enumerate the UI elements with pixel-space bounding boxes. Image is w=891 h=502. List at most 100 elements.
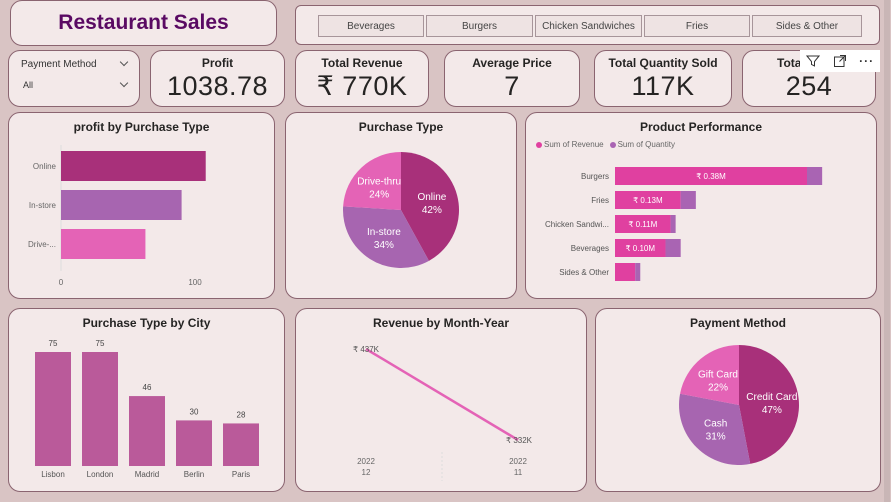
bar-revenue — [615, 263, 636, 281]
app-title: Restaurant Sales — [58, 11, 229, 34]
purchase-type-by-city-visual[interactable]: Purchase Type by City 75 Lisbon 75 London 46… — [8, 308, 285, 492]
bar-quantity — [635, 263, 641, 281]
category-label: Beverages — [571, 244, 609, 253]
visual-header-toolbar: ··· — [800, 50, 880, 72]
scrollbar[interactable] — [884, 0, 890, 502]
data-label: 75 — [49, 339, 58, 348]
category-label: Chicken Sandwi... — [545, 220, 609, 229]
data-label: ₹ 332K — [506, 436, 533, 445]
slicer-item-burgers[interactable]: Burgers — [426, 15, 533, 37]
kpi-value: 117K — [631, 71, 695, 101]
slice-label: In-store — [367, 227, 401, 238]
column — [223, 423, 259, 466]
kpi-total-revenue: Total Revenue ₹ 770K — [295, 50, 429, 107]
chevron-down-icon[interactable] — [119, 78, 129, 88]
category-label: London — [87, 470, 114, 479]
more-options-icon[interactable]: ··· — [857, 51, 877, 71]
x-tick-label: 0 — [59, 278, 64, 287]
column — [82, 352, 118, 466]
column — [176, 420, 212, 466]
filter-label: Payment Method — [21, 59, 97, 70]
x-tick-label: 12 — [362, 468, 371, 477]
kpi-value: ₹ 770K — [316, 71, 408, 101]
revenue-line-chart: ₹ 437K ₹ 332K 2022 12 2022 11 — [353, 345, 533, 481]
slice-value-label: 24% — [369, 190, 389, 201]
slice-value-label: 22% — [708, 383, 728, 394]
kpi-average-price: Average Price 7 — [444, 50, 580, 107]
category-label: Drive-... — [28, 240, 56, 249]
category-label: Berlin — [184, 470, 204, 479]
payment-method-pie-chart: Credit Card 47% Cash 31% Gift Card 22% — [679, 345, 800, 465]
slice-value-label: 47% — [762, 405, 782, 416]
city-column-chart: 75 Lisbon 75 London 46 Madrid 30 Berlin 28 Paris — [35, 339, 259, 479]
kpi-value: 7 — [504, 71, 520, 101]
kpi-profit: Profit 1038.78 — [150, 50, 285, 107]
slice-label: Cash — [704, 418, 727, 429]
column — [129, 396, 165, 466]
profit-bar-chart: Online In-store Drive-... 0 100 — [28, 145, 206, 287]
bar-quantity — [670, 215, 676, 233]
slice-value-label: 34% — [374, 240, 394, 251]
data-label: ₹ 0.13M — [633, 196, 663, 205]
bar-quantity — [680, 191, 696, 209]
data-label: 75 — [96, 339, 105, 348]
category-label: Madrid — [135, 470, 159, 479]
slice-value-label: 31% — [706, 431, 726, 442]
focus-mode-icon[interactable] — [830, 51, 850, 71]
revenue-by-month-visual[interactable]: Revenue by Month-Year ₹ 437K ₹ 332K 2022 12… — [295, 308, 587, 492]
profit-by-purchase-type-visual[interactable]: profit by Purchase Type Online In-store Dr… — [8, 112, 275, 299]
category-slicer: Beverages Burgers Chicken Sandwiches Fri… — [295, 5, 880, 45]
data-label: ₹ 0.38M — [696, 172, 726, 181]
data-label: ₹ 437K — [353, 345, 380, 354]
category-label: Fries — [591, 196, 609, 205]
category-label: Lisbon — [41, 470, 65, 479]
slicer-item-chicken-sandwiches[interactable]: Chicken Sandwiches — [535, 15, 642, 37]
slicer-item-fries[interactable]: Fries — [644, 15, 750, 37]
filter-icon[interactable] — [803, 51, 823, 71]
slice-label: Credit Card — [746, 392, 797, 403]
product-performance-visual[interactable]: Product Performance Sum of Revenue Sum o… — [525, 112, 877, 299]
slice-value-label: 42% — [422, 205, 442, 216]
x-tick-label: 11 — [514, 468, 523, 477]
slice-label: Gift Card — [698, 370, 738, 381]
bar-quantity — [665, 239, 681, 257]
category-label: Online — [33, 162, 57, 171]
category-label: Burgers — [581, 172, 609, 181]
bar — [61, 151, 206, 181]
purchase-type-visual[interactable]: Purchase Type Online 42% In-store 34% Drive-… — [285, 112, 517, 299]
data-label: 46 — [143, 383, 152, 392]
payment-method-filter[interactable]: Payment Method All — [8, 50, 140, 107]
filter-value: All — [23, 80, 34, 90]
kpi-value: 1038.78 — [166, 71, 269, 101]
slicer-item-beverages[interactable]: Beverages — [318, 15, 424, 37]
category-label: Paris — [232, 470, 250, 479]
kpi-label: Profit — [201, 56, 234, 70]
x-tick-label: 2022 — [357, 457, 375, 466]
bar — [61, 190, 182, 220]
kpi-label: Total Revenue — [321, 56, 403, 70]
bar — [61, 229, 146, 259]
kpi-total-quantity-sold: Total Quantity Sold 117K — [594, 50, 732, 107]
bar-quantity — [807, 167, 823, 185]
category-label: Sides & Other — [559, 268, 609, 277]
title-card: Restaurant Sales — [10, 0, 277, 46]
x-tick-label: 100 — [188, 278, 202, 287]
x-tick-label: 2022 — [509, 457, 527, 466]
purchase-type-pie-chart: Online 42% In-store 34% Drive-thru 24% — [343, 152, 459, 268]
product-performance-bar-chart: Burgers ₹ 0.38M Fries ₹ 0.13M Chicken Sandwi… — [545, 167, 823, 281]
data-label: 28 — [237, 410, 246, 419]
data-label: ₹ 0.11M — [628, 220, 657, 229]
data-label: ₹ 0.10M — [625, 244, 655, 253]
category-label: In-store — [29, 201, 57, 210]
slice-label: Online — [417, 192, 446, 203]
chevron-down-icon[interactable] — [119, 57, 129, 67]
kpi-label: Total Quantity Sold — [608, 56, 718, 70]
column — [35, 352, 71, 466]
data-label: 30 — [190, 407, 199, 416]
slicer-item-sides-other[interactable]: Sides & Other — [752, 15, 862, 37]
series-line — [365, 347, 519, 442]
payment-method-visual[interactable]: Payment Method Credit Card 47% Cash 31% Gift… — [595, 308, 881, 492]
slice-label: Drive-thru — [357, 177, 401, 188]
kpi-label: Average Price — [472, 56, 552, 70]
kpi-value: 254 — [785, 71, 833, 101]
